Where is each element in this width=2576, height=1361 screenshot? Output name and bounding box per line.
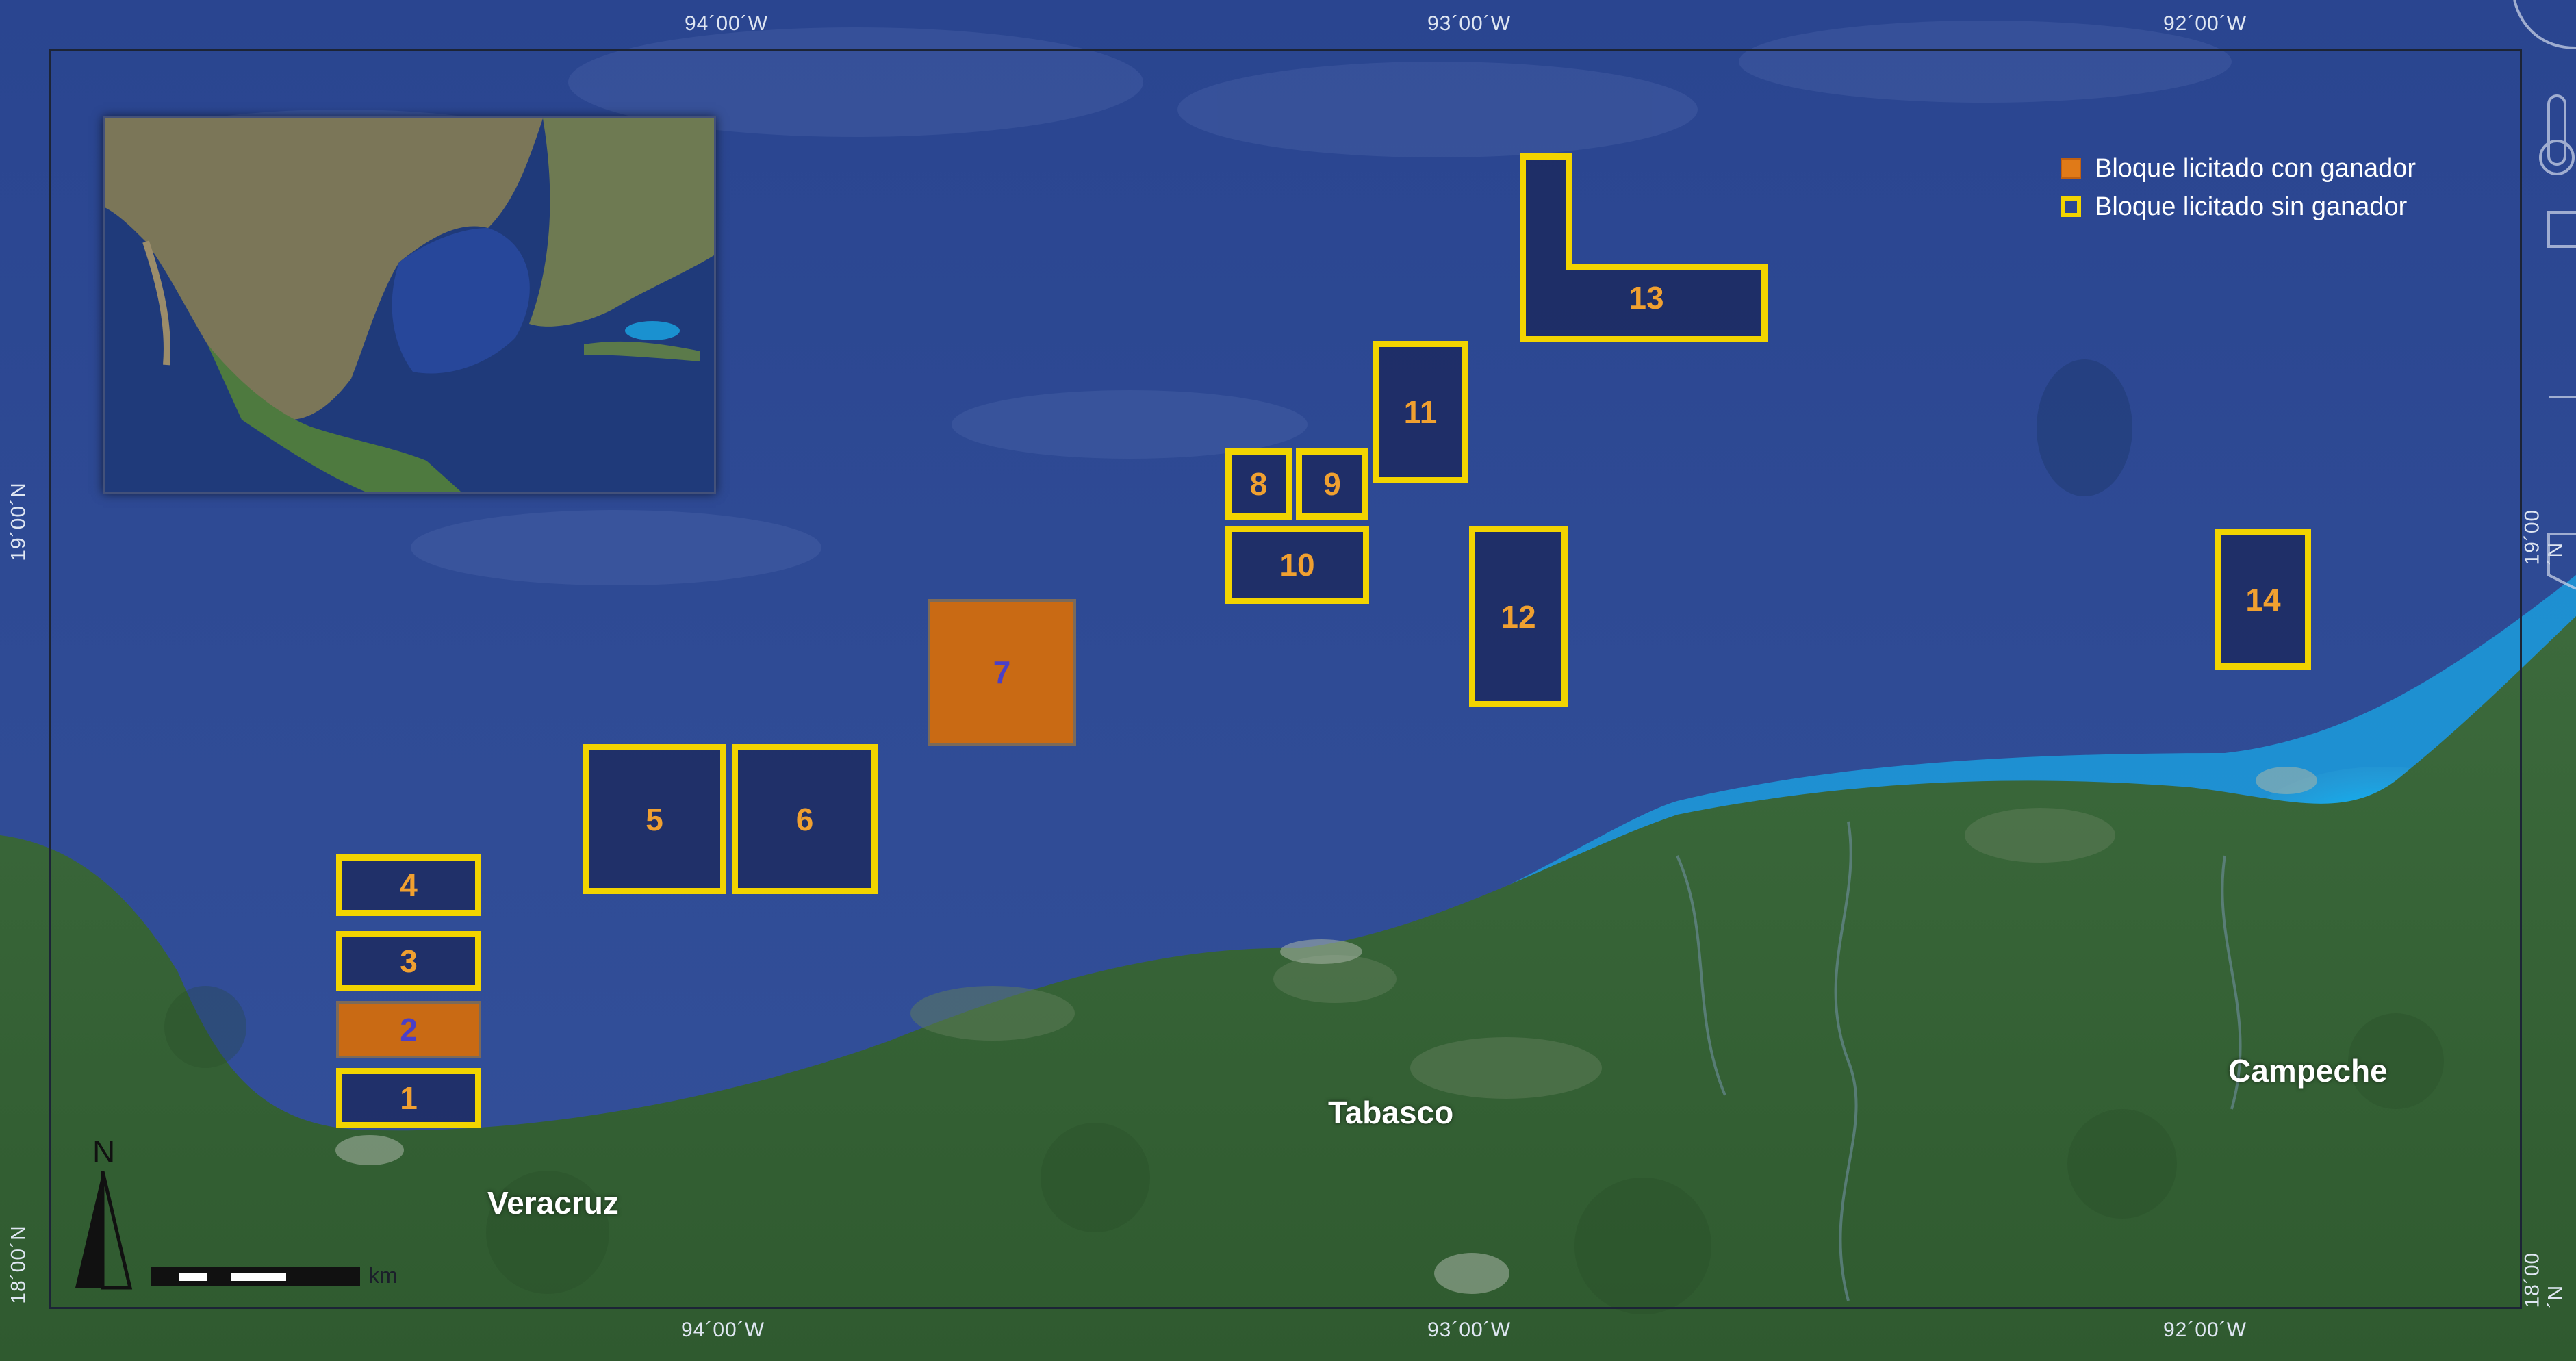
legend-swatch-not-won [2061, 196, 2081, 217]
block-12[interactable]: 12 [1469, 526, 1568, 707]
pan-control-icon [2547, 211, 2576, 248]
zoom-slider-icon [2547, 94, 2566, 166]
block-11[interactable]: 11 [1373, 341, 1468, 483]
map-controls[interactable] [2494, 0, 2576, 616]
block-9[interactable]: 9 [1296, 448, 1368, 520]
coord-left-19: 19´00´N [7, 482, 30, 561]
coord-bottom-93: 93´00´W [1427, 1319, 1512, 1341]
place-label-veracruz: Veracruz [487, 1185, 619, 1221]
block-1[interactable]: 1 [336, 1068, 481, 1128]
street-view-icon [2547, 533, 2576, 590]
block-3[interactable]: 3 [336, 931, 481, 991]
place-label-tabasco: Tabasco [1328, 1095, 1454, 1130]
block-10[interactable]: 10 [1225, 526, 1369, 604]
coord-bottom-94: 94´00´W [681, 1319, 765, 1341]
north-label: N [92, 1134, 116, 1169]
map-view[interactable]: 94´00´W 93´00´W 92´00´W 94´00´W 93´00´W … [0, 0, 2576, 1361]
block-5[interactable]: 5 [583, 744, 726, 894]
legend-swatch-won [2061, 158, 2081, 179]
coord-bottom-92: 92´00´W [2163, 1319, 2247, 1341]
coord-top-93: 93´00´W [1427, 12, 1512, 35]
block-13-label: 13 [1629, 280, 1664, 316]
inset-overview-map [103, 116, 716, 494]
legend: Bloque licitado con ganador Bloque licit… [2061, 149, 2416, 226]
legend-label-won: Bloque licitado con ganador [2095, 153, 2416, 183]
legend-row-not-won: Bloque licitado sin ganador [2061, 188, 2416, 226]
coord-top-94: 94´00´W [685, 12, 769, 35]
zoom-knob-icon [2539, 140, 2575, 175]
coord-right-18: 18´00´N [2521, 1251, 2567, 1308]
scale-bar [151, 1267, 360, 1286]
block-7[interactable]: 7 [928, 599, 1076, 746]
place-label-campeche: Campeche [2228, 1053, 2388, 1089]
coord-left-18: 18´00´N [7, 1225, 30, 1304]
legend-row-won: Bloque licitado con ganador [2061, 149, 2416, 188]
coord-top-92: 92´00´W [2163, 12, 2247, 35]
block-14[interactable]: 14 [2215, 529, 2311, 670]
block-6[interactable]: 6 [732, 744, 878, 894]
legend-label-not-won: Bloque licitado sin ganador [2095, 192, 2408, 221]
north-arrow-icon [75, 1171, 133, 1290]
block-8[interactable]: 8 [1225, 448, 1292, 520]
block-2[interactable]: 2 [336, 1001, 481, 1058]
compass-ring-icon [2513, 0, 2576, 49]
block-4[interactable]: 4 [336, 854, 481, 916]
scale-unit-label: km [368, 1263, 398, 1288]
